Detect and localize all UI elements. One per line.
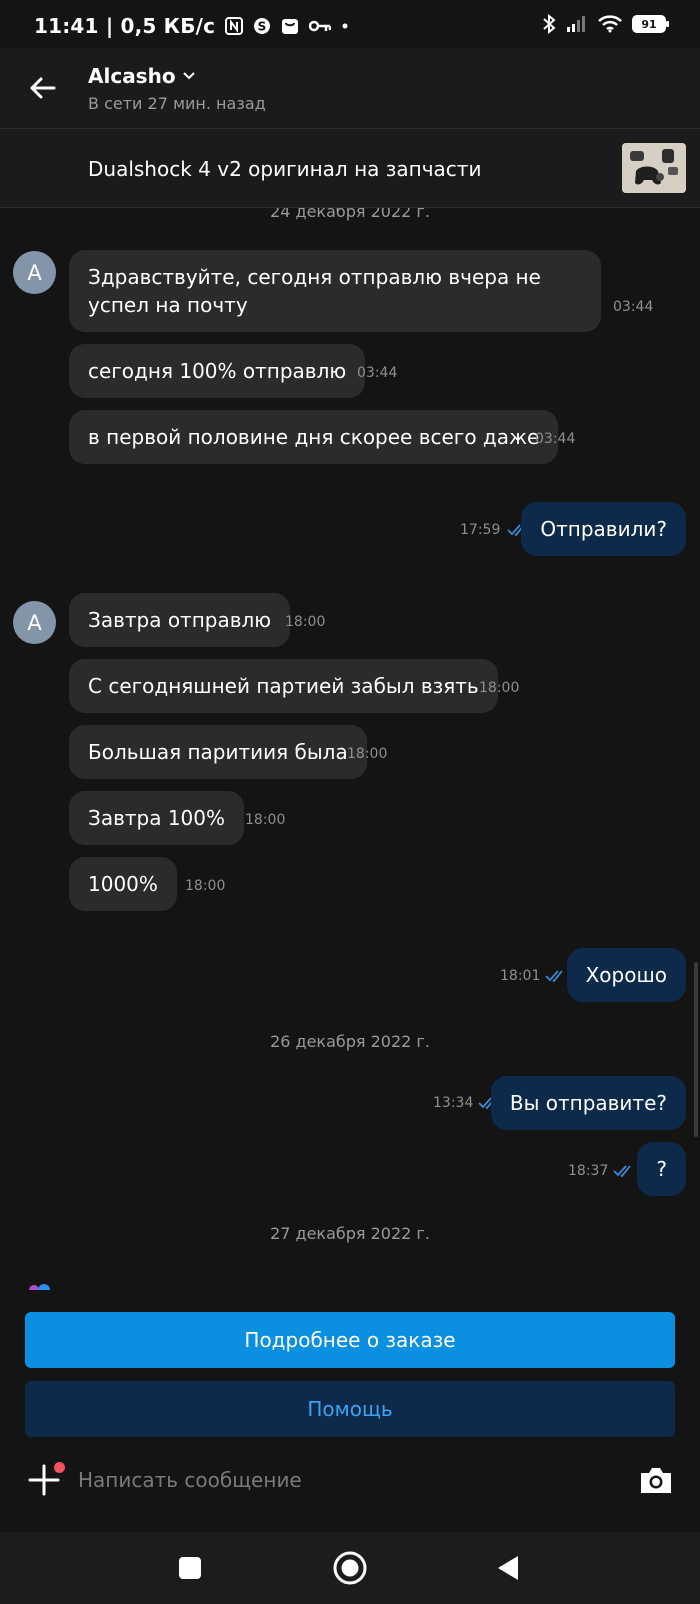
message-time: 18:37 xyxy=(568,1163,609,1179)
scrollbar[interactable] xyxy=(694,962,698,1137)
triangle-back-icon xyxy=(498,1556,518,1580)
outgoing-message[interactable]: ? xyxy=(637,1142,686,1196)
avatar[interactable]: A xyxy=(13,251,56,294)
nav-back-button[interactable] xyxy=(490,1550,526,1586)
read-ticks-icon xyxy=(545,970,563,983)
signal-icon xyxy=(566,14,588,34)
key-icon xyxy=(309,16,332,36)
shopping-bag-icon xyxy=(281,16,299,36)
wifi-icon xyxy=(598,14,622,34)
message-text: Завтра отправлю xyxy=(88,608,272,632)
incoming-message[interactable]: в первой половине дня скорее всего даже xyxy=(69,410,559,464)
date-separator: 24 декабря 2022 г. xyxy=(270,208,430,221)
message-time: 13:34 xyxy=(433,1095,474,1111)
home-button[interactable] xyxy=(332,1550,368,1586)
message-time: 18:00 xyxy=(347,746,388,762)
message-text: С сегодняшней партией забыл взять xyxy=(88,674,479,698)
notification-dot xyxy=(54,1462,65,1473)
incoming-message[interactable]: Завтра отправлю xyxy=(69,593,291,647)
square-icon xyxy=(179,1557,201,1579)
message-text: ? xyxy=(656,1157,667,1181)
svg-text:S: S xyxy=(258,20,267,34)
status-left: 11:41 | 0,5 КБ/с S xyxy=(34,14,349,38)
message-text: 1000% xyxy=(88,872,158,896)
battery-icon: 91 xyxy=(632,15,669,33)
typing-indicator-icon xyxy=(29,1284,50,1290)
message-text: Хорошо xyxy=(585,963,667,987)
product-bar[interactable]: Dualshock 4 v2 оригинал на запчасти xyxy=(0,128,700,208)
message-text: Отправили? xyxy=(540,517,667,541)
message-time: 18:01 xyxy=(500,968,541,984)
message-time: 17:59 xyxy=(460,522,501,538)
recents-button[interactable] xyxy=(172,1550,208,1586)
date-separator: 26 декабря 2022 г. xyxy=(270,1032,430,1051)
incoming-message[interactable]: 1000% xyxy=(69,857,177,911)
message-text: Вы отправите? xyxy=(509,1091,667,1115)
back-button[interactable] xyxy=(24,70,60,106)
date-separator: 27 декабря 2022 г. xyxy=(270,1224,430,1243)
incoming-message[interactable]: Здравствуйте, сегодня отправлю вчера не … xyxy=(69,250,601,332)
message-text: Большая паритиия была xyxy=(88,740,348,764)
incoming-message[interactable]: С сегодняшней партией забыл взять xyxy=(69,659,498,713)
contact-online-status: В сети 27 мин. назад xyxy=(88,94,266,113)
incoming-message[interactable]: Большая паритиия была xyxy=(69,725,367,779)
nfc-icon xyxy=(225,16,244,36)
message-time: 03:44 xyxy=(357,365,398,381)
outgoing-message[interactable]: Хорошо xyxy=(566,948,686,1002)
camera-icon xyxy=(641,1468,671,1493)
status-time-speed: 11:41 | 0,5 КБ/с xyxy=(34,14,216,38)
message-text: в первой половине дня скорее всего даже xyxy=(88,425,540,449)
contact-name: Alcasho xyxy=(88,64,176,88)
dot-icon xyxy=(341,16,349,36)
incoming-message[interactable]: Завтра 100% xyxy=(69,791,245,845)
help-button[interactable]: Помощь xyxy=(25,1381,675,1437)
message-time: 18:00 xyxy=(479,680,520,696)
message-time: 18:00 xyxy=(185,878,226,894)
product-thumbnail[interactable] xyxy=(622,143,686,193)
status-right: 91 xyxy=(542,14,669,34)
message-text: сегодня 100% отправлю xyxy=(88,359,347,383)
message-list[interactable]: 24 декабря 2022 г. A Здравствуйте, сегод… xyxy=(0,208,700,1284)
outgoing-message[interactable]: Отправили? xyxy=(521,502,686,556)
camera-button[interactable] xyxy=(638,1464,674,1496)
incoming-message[interactable]: сегодня 100% отправлю xyxy=(69,344,366,398)
status-bar: 11:41 | 0,5 КБ/с S 91 xyxy=(0,0,700,48)
circle-icon xyxy=(333,1551,367,1585)
avatar[interactable]: A xyxy=(13,601,56,644)
bluetooth-icon xyxy=(542,14,556,34)
product-title: Dualshock 4 v2 оригинал на запчасти xyxy=(88,157,482,181)
message-time: 03:44 xyxy=(535,431,576,447)
contact-name-dropdown[interactable]: Alcasho xyxy=(88,64,196,88)
chevron-down-icon xyxy=(182,72,195,80)
message-time: 03:44 xyxy=(613,299,654,315)
message-input[interactable] xyxy=(78,1460,618,1500)
message-time: 18:00 xyxy=(285,614,326,630)
skype-icon: S xyxy=(253,16,271,36)
order-details-button[interactable]: Подробнее о заказе xyxy=(25,1312,675,1368)
arrow-left-icon xyxy=(30,77,56,99)
message-time: 18:00 xyxy=(245,812,286,828)
outgoing-message[interactable]: Вы отправите? xyxy=(490,1076,686,1130)
read-ticks-icon xyxy=(613,1165,631,1178)
message-text: Завтра 100% xyxy=(88,806,226,830)
message-text: Здравствуйте, сегодня отправлю вчера не … xyxy=(88,265,541,317)
chat-header: Alcasho В сети 27 мин. назад xyxy=(0,48,700,128)
message-composer xyxy=(0,1440,700,1532)
system-nav-bar xyxy=(0,1532,700,1604)
